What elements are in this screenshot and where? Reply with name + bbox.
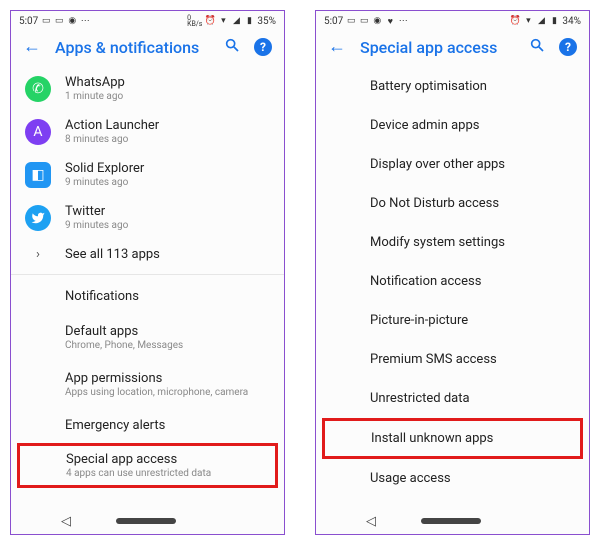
see-all-label: See all 113 apps — [65, 247, 160, 262]
battery-icon: ▮ — [244, 16, 254, 26]
setting-default-apps[interactable]: Default apps Chrome, Phone, Messages — [11, 314, 284, 361]
battery-percent: 35% — [257, 16, 276, 27]
status-bar: 5:07 ▭ ▭ ◉ ⋯ 0KB/s ⏰ ▾ ◢ ▮ 35% — [11, 11, 284, 29]
setting-sub: 4 apps can use unrestricted data — [66, 468, 267, 479]
setting-sub: Apps using location, microphone, camera — [65, 387, 270, 398]
status-right: 0KB/s ⏰ ▾ ◢ ▮ 35% — [187, 15, 276, 28]
wifi-icon: ▾ — [218, 16, 228, 26]
nav-home-pill[interactable] — [421, 518, 481, 524]
setting-title: Notifications — [65, 289, 270, 304]
setting-emergency-alerts[interactable]: Emergency alerts — [11, 408, 284, 443]
whatsapp-icon: ◉ — [67, 16, 77, 26]
app-sub: 8 minutes ago — [65, 134, 159, 145]
nav-home-pill[interactable] — [116, 518, 176, 524]
item-notification-access[interactable]: Notification access — [316, 262, 589, 301]
app-sub: 1 minute ago — [65, 91, 125, 102]
phone-right: 5:07 ▭ ▭ ◉ ♥ ⋯ ⏰ ▾ ◢ ▮ 34% ← Special app… — [315, 10, 590, 535]
app-row-solid-explorer[interactable]: ◧ Solid Explorer 9 minutes ago — [11, 153, 284, 196]
app-bar: ← Special app access ? — [316, 29, 589, 67]
whatsapp-icon: ◉ — [372, 16, 382, 26]
alarm-icon: ⏰ — [510, 16, 520, 26]
twitter-icon: ♥ — [385, 16, 395, 26]
more-icon: ⋯ — [80, 16, 90, 26]
setting-notifications[interactable]: Notifications — [11, 279, 284, 314]
twitter-icon — [25, 205, 51, 231]
status-bar: 5:07 ▭ ▭ ◉ ♥ ⋯ ⏰ ▾ ◢ ▮ 34% — [316, 11, 589, 29]
back-icon[interactable]: ← — [328, 38, 346, 56]
status-left: 5:07 ▭ ▭ ◉ ⋯ — [19, 16, 90, 27]
setting-title: App permissions — [65, 371, 270, 386]
app-sub: 9 minutes ago — [65, 220, 128, 231]
app-name: Twitter — [65, 204, 128, 219]
help-icon[interactable]: ? — [559, 38, 577, 56]
item-display-over-other-apps[interactable]: Display over other apps — [316, 145, 589, 184]
solid-explorer-icon: ◧ — [25, 162, 51, 188]
action-launcher-icon: A — [25, 119, 51, 145]
item-premium-sms-access[interactable]: Premium SMS access — [316, 340, 589, 379]
item-unrestricted-data[interactable]: Unrestricted data — [316, 379, 589, 418]
battery-percent: 34% — [562, 16, 581, 27]
app-sub: 9 minutes ago — [65, 177, 144, 188]
net-speed: 0KB/s — [187, 15, 202, 28]
item-install-unknown-apps[interactable]: Install unknown apps — [322, 418, 583, 459]
setting-app-permissions[interactable]: App permissions Apps using location, mic… — [11, 361, 284, 408]
help-icon[interactable]: ? — [254, 38, 272, 56]
app-name: Action Launcher — [65, 118, 159, 133]
setting-sub: Chrome, Phone, Messages — [65, 340, 270, 351]
signal-icon: ◢ — [536, 16, 546, 26]
item-do-not-disturb-access[interactable]: Do Not Disturb access — [316, 184, 589, 223]
alarm-icon: ⏰ — [205, 16, 215, 26]
page-title: Special app access — [360, 38, 515, 57]
item-vr-helper-services[interactable]: VR helper services — [316, 498, 589, 508]
chevron-right-icon: › — [25, 247, 51, 262]
setting-special-app-access[interactable]: Special app access 4 apps can use unrest… — [17, 443, 278, 488]
app-row-twitter[interactable]: Twitter 9 minutes ago — [11, 196, 284, 239]
status-right: ⏰ ▾ ◢ ▮ 34% — [510, 16, 581, 27]
setting-title: Default apps — [65, 324, 270, 339]
app-bar: ← Apps & notifications ? — [11, 29, 284, 67]
more-icon: ⋯ — [398, 16, 408, 26]
setting-title: Emergency alerts — [65, 418, 270, 433]
battery-icon: ▮ — [549, 16, 559, 26]
phone-left: 5:07 ▭ ▭ ◉ ⋯ 0KB/s ⏰ ▾ ◢ ▮ 35% ← Apps & … — [10, 10, 285, 535]
content: ✆ WhatsApp 1 minute ago A Action Launche… — [11, 67, 284, 508]
search-icon[interactable] — [529, 37, 545, 57]
app-row-action-launcher[interactable]: A Action Launcher 8 minutes ago — [11, 110, 284, 153]
item-device-admin-apps[interactable]: Device admin apps — [316, 106, 589, 145]
see-all-apps[interactable]: › See all 113 apps — [11, 239, 284, 270]
nav-bar: ◁ — [316, 508, 589, 534]
app-name: Solid Explorer — [65, 161, 144, 176]
notification-icon: ▭ — [41, 16, 51, 26]
search-icon[interactable] — [224, 37, 240, 57]
item-battery-optimisation[interactable]: Battery optimisation — [316, 67, 589, 106]
status-left: 5:07 ▭ ▭ ◉ ♥ ⋯ — [324, 16, 408, 27]
page-title: Apps & notifications — [55, 38, 210, 57]
whatsapp-icon: ✆ — [25, 76, 51, 102]
divider — [11, 274, 284, 275]
back-icon[interactable]: ← — [23, 38, 41, 56]
app-name: WhatsApp — [65, 75, 125, 90]
notification-icon: ▭ — [54, 16, 64, 26]
notification-icon: ▭ — [346, 16, 356, 26]
status-time: 5:07 — [324, 16, 343, 27]
nav-bar: ◁ — [11, 508, 284, 534]
item-usage-access[interactable]: Usage access — [316, 459, 589, 498]
status-time: 5:07 — [19, 16, 38, 27]
setting-title: Special app access — [66, 452, 267, 467]
app-row-whatsapp[interactable]: ✆ WhatsApp 1 minute ago — [11, 67, 284, 110]
item-picture-in-picture[interactable]: Picture-in-picture — [316, 301, 589, 340]
content: Battery optimisation Device admin apps D… — [316, 67, 589, 508]
wifi-icon: ▾ — [523, 16, 533, 26]
notification-icon: ▭ — [359, 16, 369, 26]
item-modify-system-settings[interactable]: Modify system settings — [316, 223, 589, 262]
signal-icon: ◢ — [231, 16, 241, 26]
nav-back-icon[interactable]: ◁ — [366, 514, 376, 529]
nav-back-icon[interactable]: ◁ — [61, 514, 71, 529]
